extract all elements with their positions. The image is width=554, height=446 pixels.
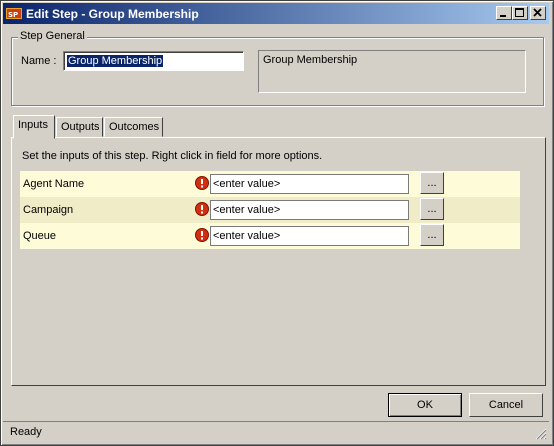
close-button[interactable] (530, 6, 546, 20)
input-row-campaign: Campaign <enter value> ... (20, 197, 520, 223)
maximize-icon (515, 8, 524, 17)
warning-icon (195, 228, 209, 242)
status-text: Ready (10, 426, 42, 438)
tab-outcomes[interactable]: Outcomes (104, 117, 163, 137)
cancel-button[interactable]: Cancel (469, 393, 543, 417)
tab-inputs[interactable]: Inputs (13, 115, 55, 139)
agent-name-input[interactable]: <enter value> (210, 174, 409, 194)
input-row-label: Campaign (23, 204, 74, 216)
name-input[interactable]: Group Membership (63, 51, 244, 71)
close-icon (533, 8, 542, 17)
inputs-description: Set the inputs of this step. Right click… (22, 150, 323, 162)
tab-inputs-label: Inputs (18, 119, 48, 131)
minimize-button[interactable] (496, 6, 512, 20)
warning-icon (195, 176, 209, 190)
minimize-icon (500, 15, 506, 17)
queue-browse-button[interactable]: ... (420, 224, 444, 246)
app-icon: SP (6, 8, 22, 19)
description-box: Group Membership (258, 50, 526, 93)
tab-outcomes-label: Outcomes (109, 121, 160, 133)
name-label: Name : (21, 55, 57, 67)
window-title: Edit Step - Group Membership (26, 7, 199, 21)
campaign-input[interactable]: <enter value> (210, 200, 409, 220)
status-bar: Ready (3, 421, 549, 442)
queue-input[interactable]: <enter value> (210, 226, 409, 246)
input-row-agent-name: Agent Name <enter value> ... (20, 171, 520, 197)
tab-outputs[interactable]: Outputs (56, 117, 103, 137)
svg-text:SP: SP (8, 11, 18, 19)
maximize-button[interactable] (512, 6, 528, 20)
input-row-label: Queue (23, 230, 57, 242)
warning-icon (195, 202, 209, 216)
description-text: Group Membership (263, 54, 358, 66)
title-bar[interactable]: SP Edit Step - Group Membership (3, 3, 549, 24)
step-general-legend: Step General (18, 30, 87, 42)
input-row-label: Agent Name (23, 178, 85, 190)
ok-button[interactable]: OK (388, 393, 462, 417)
input-row-queue: Queue <enter value> ... (20, 223, 520, 249)
agent-name-browse-button[interactable]: ... (420, 172, 444, 194)
name-input-value: Group Membership (67, 55, 164, 67)
campaign-browse-button[interactable]: ... (420, 198, 444, 220)
tab-outputs-label: Outputs (61, 121, 100, 133)
resize-grip-icon[interactable] (535, 428, 547, 440)
